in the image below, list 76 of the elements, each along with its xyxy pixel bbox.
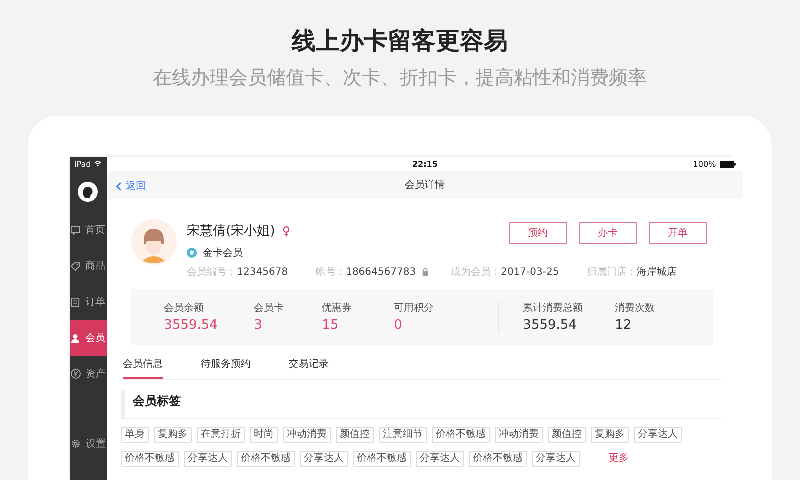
tag-chip[interactable]: 复购多 (591, 427, 630, 443)
stat-label: 会员卡 (254, 302, 286, 315)
field-value: 海岸城店 (637, 266, 678, 279)
more-link[interactable]: 更多 (609, 451, 630, 467)
avatar-drawing (131, 219, 178, 265)
stat-label: 可用积分 (394, 302, 436, 315)
sidebar-item[interactable]: 订单 (70, 284, 108, 320)
yen-coin-icon (70, 369, 81, 379)
clock: 22:15 (412, 160, 438, 168)
chat-icon (71, 226, 80, 234)
tag-chip[interactable]: 价格不敏感 (237, 451, 296, 467)
tag-chip[interactable]: 冲动消费 (283, 427, 332, 443)
sidebar-item[interactable]: 首页 (70, 212, 108, 248)
tag-icon (71, 262, 80, 270)
tag-chip[interactable]: 冲动消费 (495, 427, 544, 443)
field-value: 18664567783 (346, 266, 416, 278)
settings-icon (70, 439, 81, 449)
stat-value: 3 (254, 318, 264, 333)
sidebar-item[interactable]: 资产 (70, 356, 108, 392)
sidebar-item[interactable]: 会员 (70, 320, 108, 356)
tag-chip[interactable]: 注意细节 (379, 427, 428, 443)
field-value: 2017-03-25 (501, 266, 560, 278)
field-label: 帐号： (316, 266, 346, 279)
list-icon (71, 298, 80, 306)
stat-label: 消费次数 (615, 302, 656, 315)
tag-chip[interactable]: 分享达人 (300, 451, 348, 467)
tab[interactable]: 交易记录 (289, 353, 330, 379)
page-title: 会员详情 (405, 178, 446, 192)
person-icon (71, 334, 80, 342)
logo-icon (78, 182, 98, 202)
tag-chip[interactable]: 价格不敏感 (121, 451, 180, 467)
back-button[interactable]: 返回 (116, 179, 146, 193)
tab[interactable]: 待服务预约 (201, 353, 252, 379)
tag-chip[interactable]: 单身 (121, 427, 150, 443)
tag-chip[interactable]: 分享达人 (634, 427, 682, 443)
tag-chip[interactable]: 分享达人 (184, 451, 232, 467)
section-title: 会员标签 (121, 390, 722, 419)
headline: 线上办卡留客更容易 (292, 26, 508, 56)
member-level: 金卡会员 (203, 246, 244, 260)
action-button[interactable]: 办卡 (579, 222, 638, 244)
female-icon (283, 226, 290, 236)
stat-value: 3559.54 (164, 318, 219, 333)
subheadline: 在线办理会员储值卡、次卡、折扣卡，提高粘性和消费频率 (153, 66, 647, 90)
field-value: 12345678 (237, 266, 288, 278)
wifi-icon (94, 161, 102, 167)
tag-chip[interactable]: 时尚 (250, 427, 278, 443)
tag-chip[interactable]: 颜值控 (548, 427, 586, 443)
stat-value: 12 (615, 318, 633, 333)
device-label: iPad (74, 160, 92, 168)
field-label: 成为会员： (451, 266, 502, 279)
action-button[interactable]: 开单 (649, 222, 708, 244)
stat-label: 会员余额 (164, 302, 206, 315)
chevron-left-icon (116, 182, 122, 190)
stat-label: 累计消费总额 (523, 302, 584, 315)
tag-chip[interactable]: 价格不敏感 (353, 451, 412, 467)
stat-value: 15 (322, 318, 340, 333)
stat-label: 优惠券 (322, 302, 354, 315)
tag-chip[interactable]: 价格不敏感 (469, 451, 528, 467)
stat-value: 0 (394, 318, 404, 333)
tag-chip[interactable]: 颜值控 (336, 427, 374, 443)
field-label: 归属门店： (587, 266, 638, 279)
battery-percent: 100% (693, 160, 716, 169)
tag-chip[interactable]: 分享达人 (532, 451, 580, 467)
tab[interactable]: 会员信息 (123, 353, 164, 379)
sidebar-item[interactable]: 商品 (70, 248, 108, 284)
action-button[interactable]: 预约 (509, 222, 568, 244)
field-label: 会员编号： (187, 266, 238, 279)
tag-chip[interactable]: 价格不敏感 (432, 427, 490, 443)
tag-chip[interactable]: 在意打折 (197, 427, 246, 443)
tag-chip[interactable]: 复购多 (154, 427, 192, 443)
member-name: 宋慧倩(宋小姐) (187, 223, 276, 240)
stat-value: 3559.54 (523, 318, 578, 333)
settings-item[interactable]: 设置 (70, 426, 106, 462)
tag-chip[interactable]: 分享达人 (416, 451, 464, 467)
battery-icon (719, 161, 738, 168)
shield-badge-icon (187, 248, 198, 258)
